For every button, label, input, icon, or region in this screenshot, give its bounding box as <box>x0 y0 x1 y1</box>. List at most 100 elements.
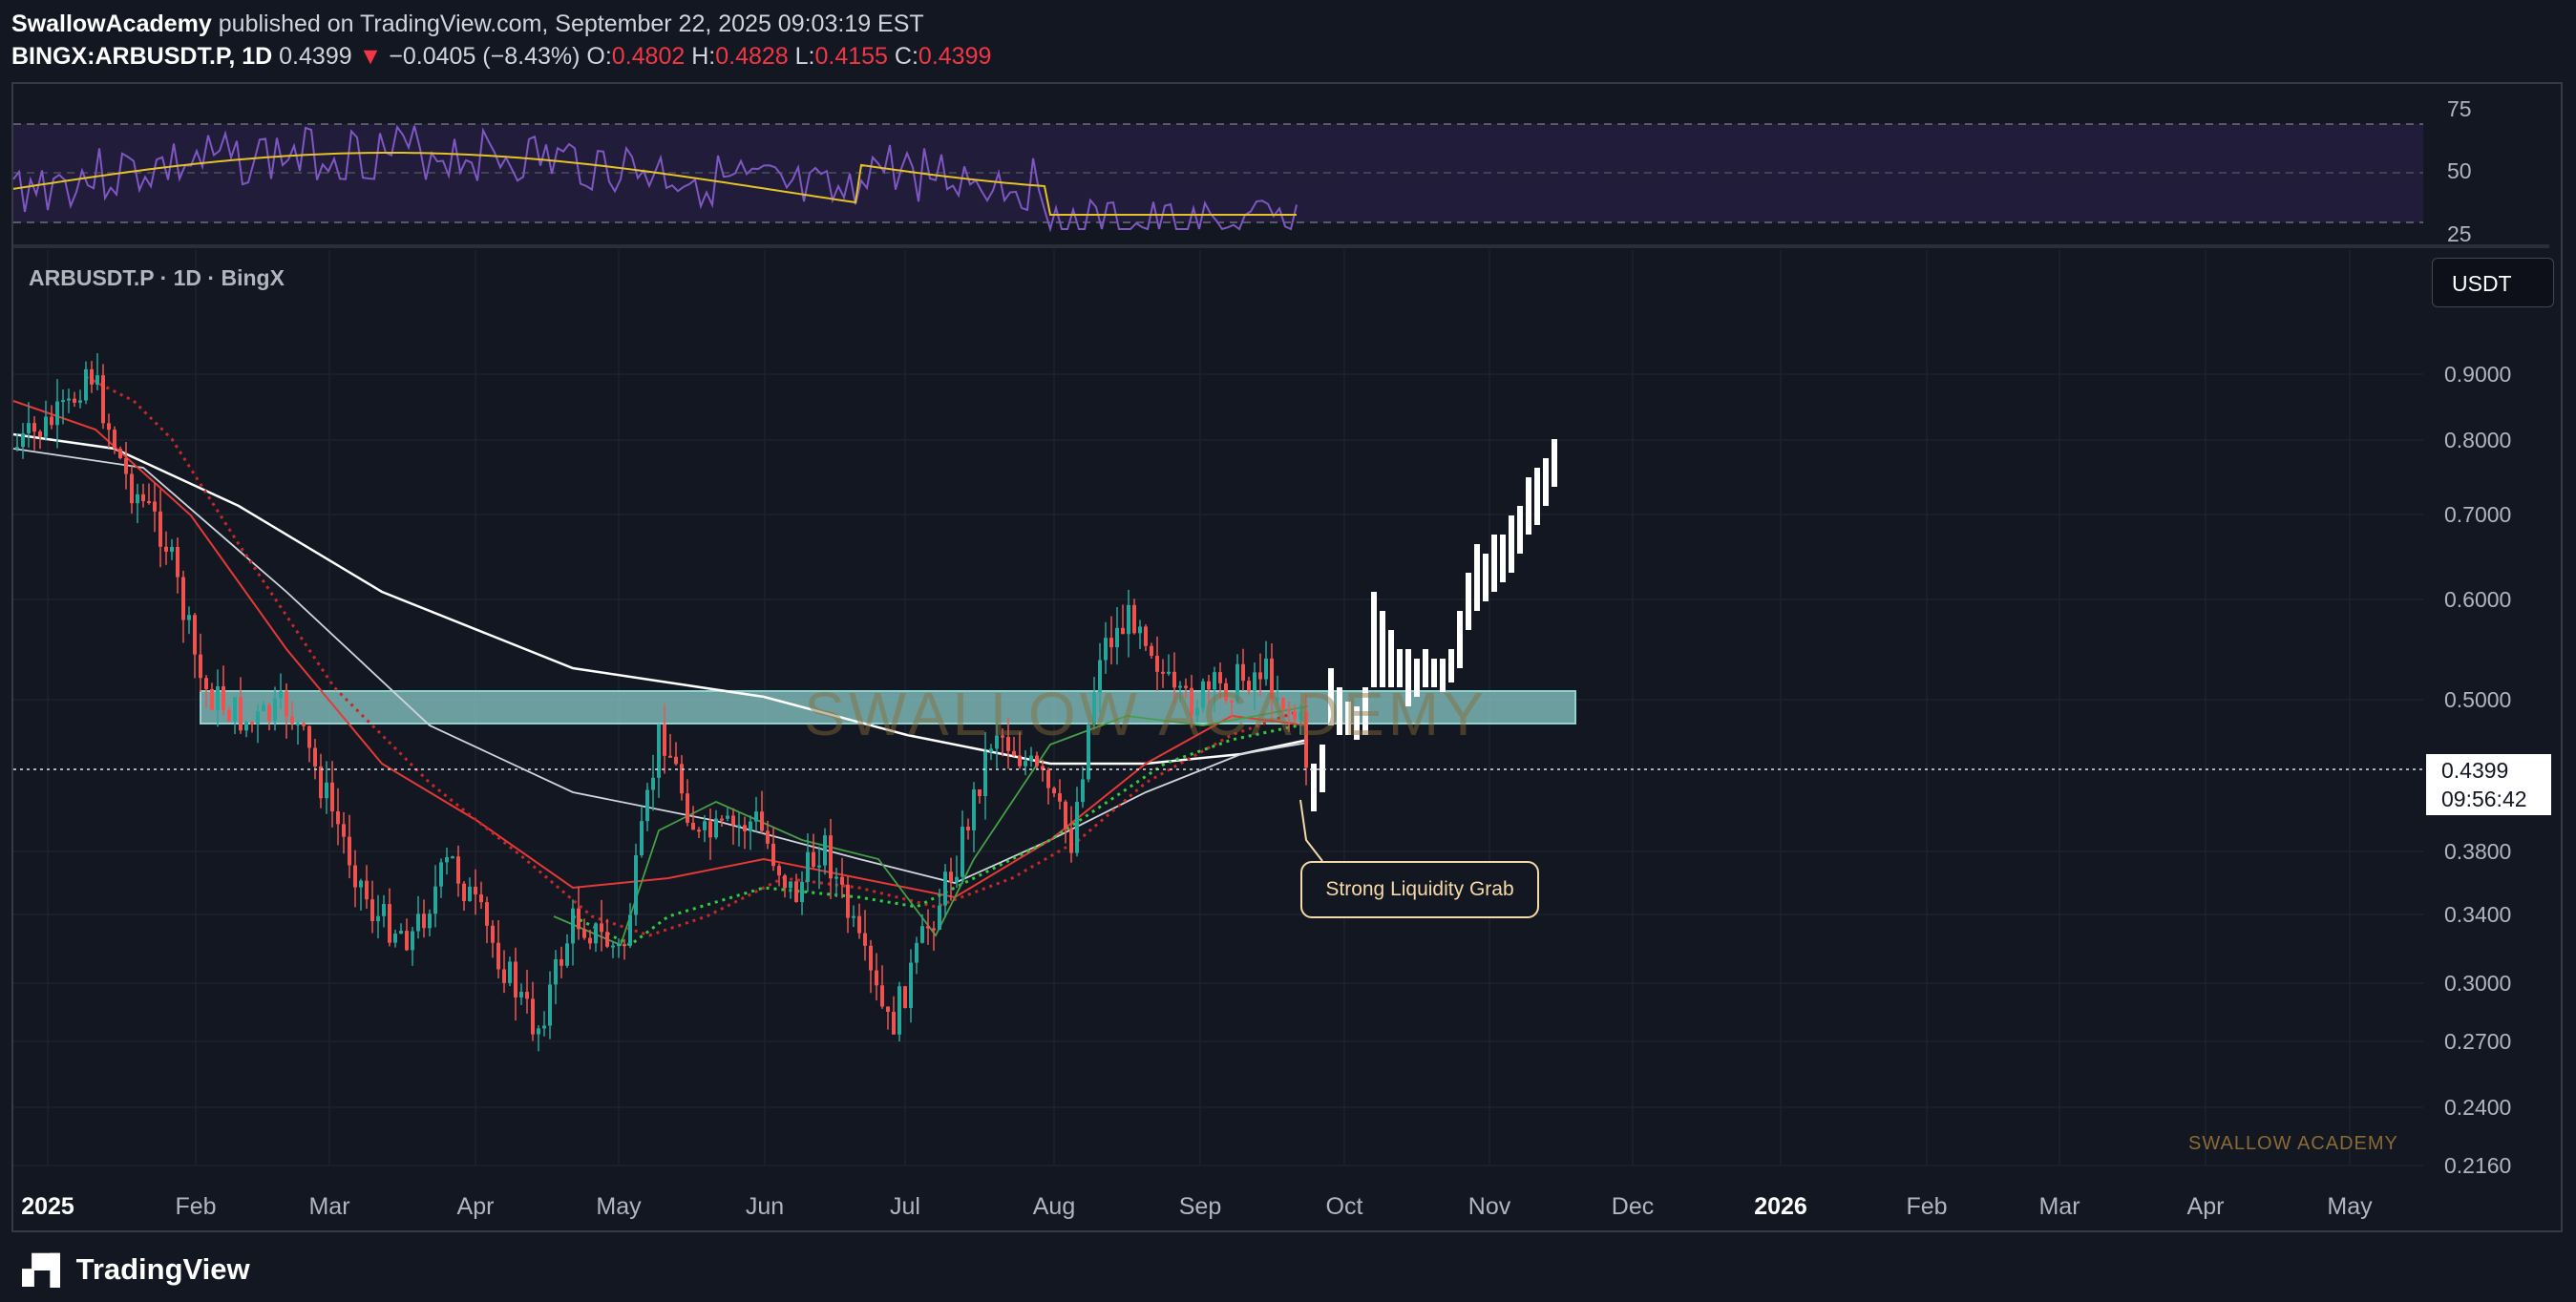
time-axis-label: Sep <box>1179 1193 1221 1220</box>
candle-body <box>600 923 603 933</box>
candle-body <box>1058 793 1062 802</box>
candle-body <box>90 368 94 385</box>
chart-legend[interactable]: ARBUSDT.P · 1D · BingX <box>29 265 285 291</box>
candle-body <box>1161 671 1165 674</box>
price-axis-label: 0.3400 <box>2444 902 2511 927</box>
watermark: SWALLOW ACADEMY <box>804 680 1488 748</box>
candle-body <box>101 375 105 424</box>
candle-body <box>239 697 243 731</box>
candle-body <box>496 942 500 970</box>
candle-body <box>61 400 65 403</box>
candle-body <box>113 430 116 450</box>
candle-body <box>353 865 357 888</box>
candle-body <box>256 711 260 724</box>
candle-body <box>359 880 363 888</box>
candle-body <box>771 843 775 867</box>
candle-body <box>32 423 36 432</box>
candle-body <box>262 704 265 712</box>
candle-body <box>611 945 615 948</box>
candle-body <box>118 449 122 459</box>
candle-body <box>1081 779 1085 803</box>
candle-body <box>164 546 168 552</box>
projection-bar <box>1448 649 1454 682</box>
candle-body <box>27 423 31 434</box>
candle-body <box>531 998 535 1035</box>
candle-body <box>920 926 924 943</box>
time-axis-label: 2026 <box>1754 1193 1807 1220</box>
time-axis-label: Oct <box>1326 1193 1363 1220</box>
candle-body <box>645 789 649 822</box>
candle-body <box>399 931 403 934</box>
candle-body <box>1155 655 1159 672</box>
candle-body <box>1241 663 1245 682</box>
candle-body <box>21 433 25 448</box>
projection-bars[interactable] <box>1311 439 1557 811</box>
candle-body <box>158 511 162 547</box>
candle-body <box>187 615 191 620</box>
candle-body <box>267 704 271 721</box>
current-price-value: 0.4399 <box>2441 758 2509 783</box>
candle-body <box>153 501 157 512</box>
candle-body <box>1144 626 1148 646</box>
candle-body <box>989 748 993 752</box>
candle-body <box>502 969 506 983</box>
candle-body <box>943 872 947 906</box>
currency-button[interactable]: USDT <box>2432 258 2554 307</box>
chart-canvas[interactable]: SWALLOW ACADEMY 0.9000 0.8000 0.7000 0.6000… <box>0 0 2576 1302</box>
candle-body <box>628 914 632 946</box>
tradingview-brand[interactable]: ▗▀▌ TradingView <box>11 1252 250 1287</box>
candle-body <box>388 904 391 943</box>
candle-body <box>1018 755 1022 766</box>
candle-body <box>348 836 351 866</box>
projection-bar <box>1457 611 1463 668</box>
candle-body <box>382 904 386 916</box>
candle-body <box>863 933 867 946</box>
projection-bar <box>1509 515 1514 573</box>
candle-body <box>1264 658 1268 680</box>
candle-body <box>897 986 901 1035</box>
candle-body <box>313 747 317 766</box>
candle-body <box>130 473 134 504</box>
candle-body <box>485 902 489 926</box>
candle-body <box>663 724 666 756</box>
liquidity-grab-callout[interactable]: Strong Liquidity Grab <box>1300 861 1539 918</box>
candle-body <box>514 961 517 998</box>
candle-body <box>170 546 174 552</box>
candle-body <box>708 821 712 838</box>
candle-body <box>857 915 861 934</box>
candle-body <box>537 1028 540 1035</box>
candle-body <box>674 756 678 765</box>
candle-body <box>227 710 231 722</box>
candle-body <box>519 992 523 998</box>
candle-body <box>95 375 99 385</box>
ma-50-line <box>12 400 1309 899</box>
candle-body <box>617 944 621 947</box>
candle-body <box>216 685 220 710</box>
candle-body <box>754 811 758 822</box>
candle-body <box>903 986 907 1008</box>
price-axis-label: 0.3000 <box>2444 971 2511 996</box>
candle-body <box>147 501 151 504</box>
candle-body <box>834 876 838 879</box>
candle-body <box>1132 604 1136 634</box>
candle-body <box>365 880 369 900</box>
candle-body <box>932 928 936 931</box>
candle-body <box>955 876 959 883</box>
time-axis-label: Feb <box>175 1193 216 1220</box>
price-axis-label: 0.9000 <box>2444 362 2511 387</box>
candle-body <box>680 764 684 794</box>
price-axis-label: 0.2700 <box>2444 1029 2511 1054</box>
candle-body <box>290 716 294 724</box>
candle-body <box>1064 801 1067 830</box>
time-axis-label: Feb <box>1906 1193 1947 1220</box>
candle-body <box>285 691 288 717</box>
candle-body <box>468 886 472 902</box>
price-axis-label: 0.2160 <box>2444 1153 2511 1178</box>
candle-body <box>892 1012 896 1035</box>
candle-body <box>405 931 409 951</box>
candle-body <box>508 961 512 983</box>
candle-body <box>760 811 764 831</box>
brand-name: TradingView <box>75 1252 250 1286</box>
candle-body <box>588 937 592 944</box>
time-axis-label: Jun <box>746 1193 784 1220</box>
